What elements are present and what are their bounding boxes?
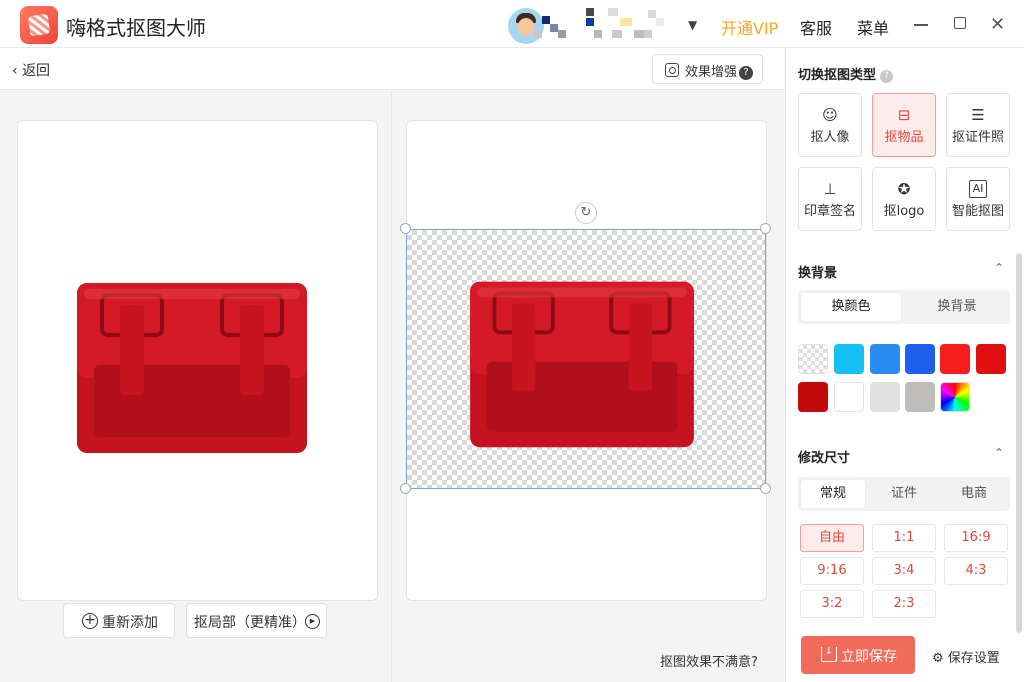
help-icon[interactable]: ? <box>739 66 754 80</box>
back-button[interactable]: ‹ 返回 <box>12 60 50 80</box>
settings-sidebar: 切换抠图类型? ☺ 抠人像 ⊟ 抠物品 ☰ 抠证件照 ⊥ 印章签名 ✪ 抠log… <box>785 48 1024 682</box>
username-mosaic <box>512 8 672 40</box>
save-settings-button[interactable]: ⚙ 保存设置 <box>932 647 1000 666</box>
title-bar: 嗨格式抠图大师 ▼ 开通VIP 客服 菜单 ✕ <box>0 0 1024 48</box>
resize-handle-top-right[interactable] <box>760 223 771 234</box>
chevron-left-icon: ‹ <box>12 63 23 79</box>
badge-icon: ✪ <box>897 180 911 198</box>
type-tile-logo[interactable]: ✪ 抠logo <box>872 167 936 231</box>
cutout-type-title: 切换抠图类型? <box>798 64 894 83</box>
resize-handle-bottom-right[interactable] <box>760 483 771 494</box>
swatch-red[interactable] <box>940 344 970 374</box>
ai-icon: AI <box>969 180 987 198</box>
swatch-gray[interactable] <box>905 382 935 412</box>
re-add-button[interactable]: + 重新添加 <box>63 603 175 638</box>
swatch-light-blue[interactable] <box>870 344 900 374</box>
size-tabs: 常规 证件 电商 <box>798 477 1010 511</box>
close-icon[interactable]: ✕ <box>990 14 1005 35</box>
swatch-dark-red[interactable] <box>976 344 1006 374</box>
resize-handle-bottom-left[interactable] <box>400 483 411 494</box>
resize-handle-top-left[interactable] <box>400 223 411 234</box>
minimize-icon[interactable] <box>914 24 928 26</box>
enhance-icon <box>665 63 679 77</box>
sidebar-scrollbar[interactable] <box>1016 253 1022 633</box>
ratio-free[interactable]: 自由 <box>800 524 864 552</box>
ratio-1-1[interactable]: 1:1 <box>872 524 936 552</box>
gear-icon: ⚙ <box>932 651 948 666</box>
tab-change-background[interactable]: 换背景 <box>907 293 1007 321</box>
save-settings-label: 保存设置 <box>947 651 1000 666</box>
enhance-button[interactable]: 效果增强? <box>652 54 763 84</box>
ratio-4-3[interactable]: 4:3 <box>944 557 1008 585</box>
add-circle-icon: + <box>82 613 98 629</box>
swatch-cyan[interactable] <box>834 344 864 374</box>
ratio-3-2[interactable]: 3:2 <box>800 590 864 618</box>
type-tile-stamp[interactable]: ⊥ 印章签名 <box>798 167 862 231</box>
type-label: 抠logo <box>883 204 925 219</box>
save-now-button[interactable]: ↓ 立即保存 <box>801 636 915 674</box>
ratio-3-4[interactable]: 3:4 <box>872 557 936 585</box>
swatch-crimson[interactable] <box>798 382 828 412</box>
editor-toolbar: ‹ 返回 效果增强? <box>0 48 784 90</box>
background-title: 换背景 <box>798 266 838 281</box>
type-tile-object[interactable]: ⊟ 抠物品 <box>872 93 936 157</box>
menu-button[interactable]: 菜单 <box>857 15 889 39</box>
swatch-blue[interactable] <box>905 344 935 374</box>
background-tabs: 换颜色 换背景 <box>798 290 1010 324</box>
re-add-label: 重新添加 <box>102 615 158 631</box>
type-tile-id-photo[interactable]: ☰ 抠证件照 <box>946 93 1010 157</box>
collapse-icon[interactable]: ⌃ <box>994 446 1004 460</box>
stamp-icon: ⊥ <box>823 180 837 198</box>
swatch-light-gray[interactable] <box>870 382 900 412</box>
swatch-custom-color[interactable] <box>940 382 970 412</box>
type-label: 抠证件照 <box>951 130 1004 145</box>
id-card-icon: ☰ <box>971 106 985 124</box>
unsatisfied-link[interactable]: 抠图效果不满意? <box>660 651 758 670</box>
ratio-9-16[interactable]: 9:16 <box>800 557 864 585</box>
person-icon: ☺ <box>822 106 838 124</box>
type-tile-smart[interactable]: AI 智能抠图 <box>946 167 1010 231</box>
app-logo-icon <box>20 6 58 44</box>
customer-service-button[interactable]: 客服 <box>800 15 832 39</box>
save-now-label: 立即保存 <box>841 649 897 665</box>
cutout-type-title-text: 切换抠图类型 <box>798 68 877 83</box>
resize-title: 修改尺寸 <box>798 451 851 466</box>
box-icon: ⊟ <box>897 106 911 124</box>
tab-ecommerce[interactable]: 电商 <box>942 480 1006 508</box>
local-cutout-label: 抠局部（更精准） <box>194 615 306 631</box>
swatch-white[interactable] <box>834 382 864 412</box>
swatch-transparent[interactable] <box>798 344 828 374</box>
enhance-label: 效果增强 <box>685 65 738 80</box>
type-label: 抠物品 <box>884 130 924 145</box>
play-icon: ▶ <box>305 614 320 629</box>
download-icon: ↓ <box>821 647 837 662</box>
type-tile-portrait[interactable]: ☺ 抠人像 <box>798 93 862 157</box>
tab-regular[interactable]: 常规 <box>801 480 865 508</box>
collapse-icon[interactable]: ⌃ <box>994 261 1004 275</box>
type-label: 抠人像 <box>810 130 850 145</box>
type-label: 智能抠图 <box>951 204 1004 219</box>
vip-button[interactable]: 开通VIP <box>721 15 778 39</box>
help-icon[interactable]: ? <box>880 70 894 83</box>
type-label: 印章签名 <box>803 204 856 219</box>
maximize-icon[interactable] <box>954 17 966 29</box>
rotate-icon[interactable]: ↻ <box>575 202 597 224</box>
ratio-16-9[interactable]: 16:9 <box>944 524 1008 552</box>
app-title: 嗨格式抠图大师 <box>66 16 206 40</box>
original-bag-image <box>77 283 307 453</box>
tab-id-photo[interactable]: 证件 <box>872 480 936 508</box>
tab-change-color[interactable]: 换颜色 <box>801 293 901 321</box>
cutout-bag-image[interactable] <box>464 274 700 454</box>
account-dropdown-icon[interactable]: ▼ <box>688 18 697 32</box>
back-label: 返回 <box>22 63 51 79</box>
local-cutout-button[interactable]: 抠局部（更精准） ▶ <box>186 603 327 638</box>
ratio-2-3[interactable]: 2:3 <box>872 590 936 618</box>
